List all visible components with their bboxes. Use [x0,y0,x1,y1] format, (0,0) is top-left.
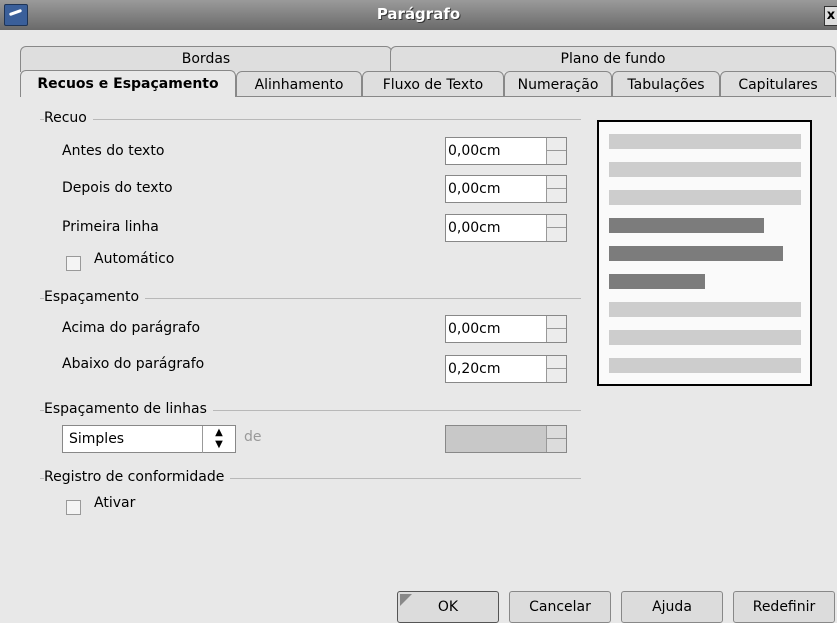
group-label-espacamento: Espaçamento [44,289,146,305]
line-spacing-selected[interactable]: Simples [69,431,124,447]
label-ativar[interactable]: Ativar [94,495,135,511]
ok-button-label: OK [437,599,459,615]
label-automatico[interactable]: Automático [94,251,174,267]
ok-button[interactable]: OK [397,591,499,623]
checkbox-ativar[interactable] [66,500,81,515]
label-acima-do-paragrafo: Acima do parágrafo [62,320,201,336]
preview-line [609,330,801,345]
cancel-button[interactable]: Cancelar [509,591,611,623]
spin-antes-do-texto[interactable]: 0,00cm [445,137,567,165]
spin-acima-do-paragrafo[interactable]: 0,00cm [445,315,567,343]
preview-line [609,190,801,205]
spin-acima-do-paragrafo-arrows[interactable] [546,316,566,342]
title-bar[interactable]: Parágrafo x [0,0,837,30]
group-label-espacamento-de-linhas: Espaçamento de linhas [44,401,213,417]
default-button-indicator-icon [400,594,412,606]
preview-line [609,162,801,177]
checkbox-automatico[interactable] [66,256,81,271]
label-depois-do-texto: Depois do texto [62,180,173,196]
spin-primeira-linha[interactable]: 0,00cm [445,214,567,242]
group-label-registro-de-conformidade: Registro de conformidade [44,469,231,485]
tab-capitulares[interactable]: Capitulares [720,71,836,97]
preview-line-current [609,274,705,289]
tab-numeracao[interactable]: Numeração [504,71,612,97]
spin-depois-do-texto-arrows[interactable] [546,176,566,202]
line-spacing-select[interactable]: Simples ▲ ▼ [62,425,236,453]
spin-primeira-linha-value[interactable]: 0,00cm [448,220,501,236]
spin-antes-do-texto-arrows[interactable] [546,138,566,164]
window-title: Parágrafo [376,5,461,23]
tab-recuos-e-espacamento[interactable]: Recuos e Espaçamento [20,70,236,97]
spin-abaixo-do-paragrafo-arrows[interactable] [546,356,566,382]
tab-plano-de-fundo[interactable]: Plano de fundo [390,46,836,72]
spin-antes-do-texto-value[interactable]: 0,00cm [448,143,501,159]
preview-line-current [609,218,764,233]
preview-line [609,358,801,373]
tab-tabulacoes[interactable]: Tabulações [612,71,720,97]
divider-recuo [40,119,581,120]
label-de: de [244,429,262,445]
help-button[interactable]: Ajuda [621,591,723,623]
paragraph-preview [597,120,812,386]
spin-de-arrows [546,426,566,452]
spin-primeira-linha-arrows[interactable] [546,215,566,241]
close-button[interactable]: x [824,6,837,26]
label-abaixo-do-paragrafo: Abaixo do parágrafo [62,356,205,372]
spin-depois-do-texto[interactable]: 0,00cm [445,175,567,203]
preview-line [609,134,801,149]
reset-button[interactable]: Redefinir [733,591,835,623]
tab-alinhamento[interactable]: Alinhamento [236,71,362,97]
spin-abaixo-do-paragrafo[interactable]: 0,20cm [445,355,567,383]
spin-depois-do-texto-value[interactable]: 0,00cm [448,181,501,197]
group-label-recuo: Recuo [44,110,93,126]
preview-line [609,302,801,317]
preview-line-current [609,246,783,261]
spin-de [445,425,567,453]
tab-fluxo-de-texto[interactable]: Fluxo de Texto [362,71,504,97]
tab-bordas[interactable]: Bordas [20,46,392,72]
spin-acima-do-paragrafo-value[interactable]: 0,00cm [448,321,501,337]
spin-abaixo-do-paragrafo-value[interactable]: 0,20cm [448,361,501,377]
label-primeira-linha: Primeira linha [62,219,159,235]
label-antes-do-texto: Antes do texto [62,143,165,159]
chevron-up-down-icon[interactable]: ▲ ▼ [202,426,235,453]
